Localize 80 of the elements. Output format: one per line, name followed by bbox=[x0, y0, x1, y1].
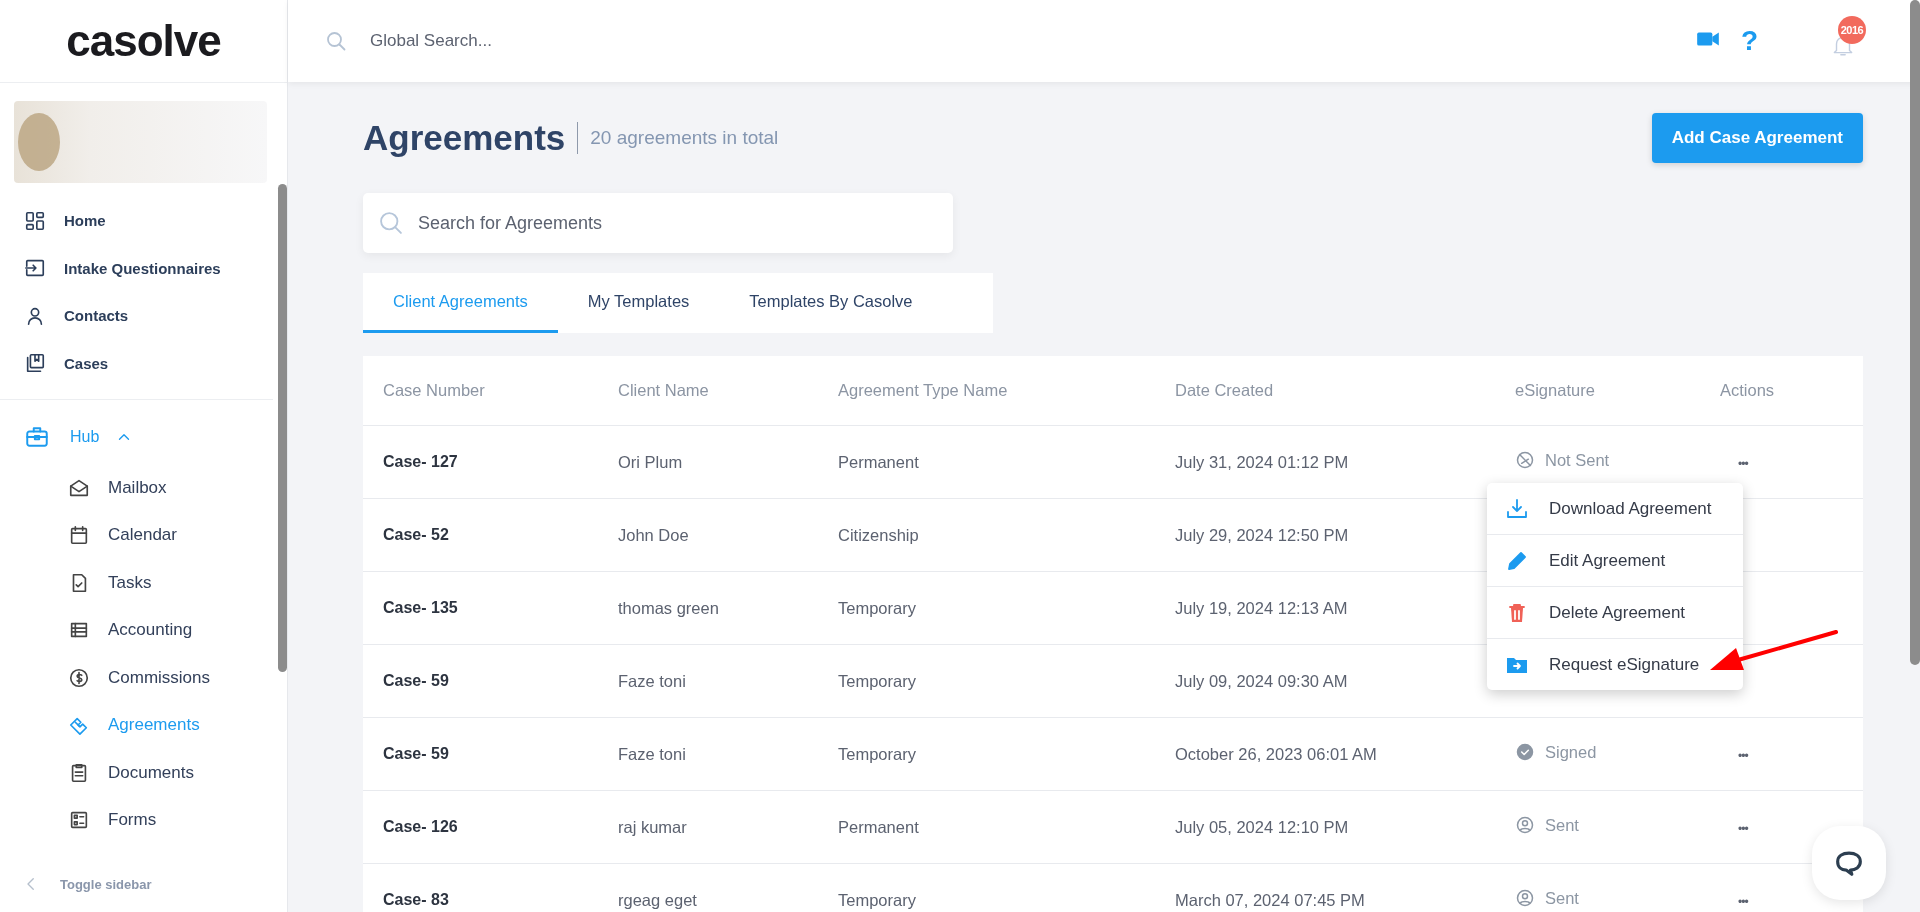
calendar-icon bbox=[68, 524, 90, 547]
menu-item[interactable]: Download Agreement bbox=[1487, 483, 1743, 535]
notification-count: 2016 bbox=[1838, 16, 1866, 44]
sidebar-item[interactable]: Commissions bbox=[0, 654, 273, 702]
table-cell: Case- 52 bbox=[383, 526, 449, 544]
table-cell: thomas green bbox=[618, 598, 719, 618]
not-sent-icon bbox=[1515, 450, 1535, 470]
dollar-icon bbox=[68, 666, 90, 689]
user-circle-icon bbox=[1515, 815, 1535, 835]
menu-item[interactable]: Request eSignature bbox=[1487, 639, 1743, 690]
table-cell: October 26, 2023 06:01 AM bbox=[1175, 744, 1377, 764]
table-cell: Case- 135 bbox=[383, 599, 458, 617]
status-label: Not Sent bbox=[1545, 450, 1610, 470]
table-cell: Case- 59 bbox=[383, 745, 449, 763]
table-cell: Faze toni bbox=[618, 671, 686, 691]
column-header: Client Name bbox=[618, 381, 709, 400]
scrollbar[interactable] bbox=[1910, 0, 1920, 665]
tab[interactable]: Templates By Casolve bbox=[719, 273, 943, 333]
user-circle-icon bbox=[1515, 888, 1535, 908]
status-label: Sent bbox=[1545, 888, 1579, 908]
more-button[interactable]: ••• bbox=[1720, 456, 1748, 471]
more-button[interactable]: ••• bbox=[1720, 748, 1748, 763]
check-circle-icon bbox=[1515, 742, 1535, 762]
sidebar-item[interactable]: Home bbox=[0, 197, 273, 245]
table-cell: Case- 59 bbox=[383, 672, 449, 690]
table-cell: rgeag eget bbox=[618, 890, 697, 910]
column-header: Date Created bbox=[1175, 381, 1274, 400]
table-cell: Temporary bbox=[838, 890, 916, 910]
column-header: Agreement Type Name bbox=[838, 381, 1008, 400]
menu-item[interactable]: Edit Agreement bbox=[1487, 535, 1743, 587]
avatar-placeholder bbox=[18, 113, 60, 171]
tab[interactable]: My Templates bbox=[557, 273, 720, 333]
book-icon bbox=[24, 352, 46, 375]
search-field[interactable]: Search for Agreements bbox=[363, 193, 953, 253]
more-button[interactable]: ••• bbox=[1720, 894, 1748, 909]
chat-button[interactable] bbox=[1812, 826, 1886, 900]
table-cell: Temporary bbox=[838, 671, 916, 691]
sidebar-item[interactable]: Cases bbox=[0, 339, 273, 387]
sidebar-item[interactable]: Calendar bbox=[0, 511, 273, 559]
table-cell: Temporary bbox=[838, 598, 916, 618]
more-button[interactable]: ••• bbox=[1720, 821, 1748, 836]
table-cell: July 31, 2024 01:12 PM bbox=[1175, 452, 1349, 472]
table-cell: Faze toni bbox=[618, 744, 686, 764]
search-field[interactable]: Global Search... bbox=[368, 30, 772, 52]
table-cell: Citizenship bbox=[838, 525, 919, 545]
table-cell: July 29, 2024 12:50 PM bbox=[1175, 525, 1349, 545]
status-label: Sent bbox=[1545, 815, 1579, 835]
table-cell: Case- 83 bbox=[383, 891, 449, 909]
table-cell: John Doe bbox=[618, 525, 689, 545]
column-header: Actions bbox=[1720, 381, 1775, 400]
table-cell: July 05, 2024 12:10 PM bbox=[1175, 817, 1349, 837]
column-header: eSignature bbox=[1515, 381, 1595, 400]
table-cell: July 19, 2024 12:13 AM bbox=[1175, 598, 1348, 618]
table-cell: Case- 126 bbox=[383, 818, 458, 836]
sidebar-item[interactable]: Tasks bbox=[0, 559, 273, 607]
table-cell: Permanent bbox=[838, 452, 919, 472]
sidebar-item[interactable]: Accounting bbox=[0, 606, 273, 654]
search-icon bbox=[324, 29, 348, 53]
download-icon bbox=[1505, 496, 1529, 521]
table-cell: Ori Plum bbox=[618, 452, 683, 472]
table-cell: raj kumar bbox=[618, 817, 687, 837]
briefcase-icon bbox=[24, 424, 50, 450]
status-label: Signed bbox=[1545, 742, 1597, 762]
sidebar-item[interactable]: Forms bbox=[0, 796, 273, 844]
sidebar-item[interactable]: Mailbox bbox=[0, 464, 273, 512]
table-cell: March 07, 2024 07:45 PM bbox=[1175, 890, 1365, 910]
logo: casolve bbox=[66, 16, 221, 66]
search-icon bbox=[377, 209, 405, 237]
grid-icon bbox=[24, 209, 46, 232]
total-count: 20 agreements in total bbox=[589, 127, 779, 149]
table-cell: July 09, 2024 09:30 AM bbox=[1175, 671, 1348, 691]
table-cell: Permanent bbox=[838, 817, 919, 837]
scrollbar[interactable] bbox=[278, 184, 287, 672]
table-cell: Temporary bbox=[838, 744, 916, 764]
menu-item[interactable]: Delete Agreement bbox=[1487, 587, 1743, 639]
column-header: Case Number bbox=[383, 381, 485, 400]
table-cell: Case- 127 bbox=[383, 453, 458, 471]
sidebar-item[interactable]: Contacts bbox=[0, 292, 273, 340]
sidebar-item[interactable]: Documents bbox=[0, 749, 273, 797]
sidebar-item[interactable]: Intake Questionnaires bbox=[0, 244, 273, 292]
